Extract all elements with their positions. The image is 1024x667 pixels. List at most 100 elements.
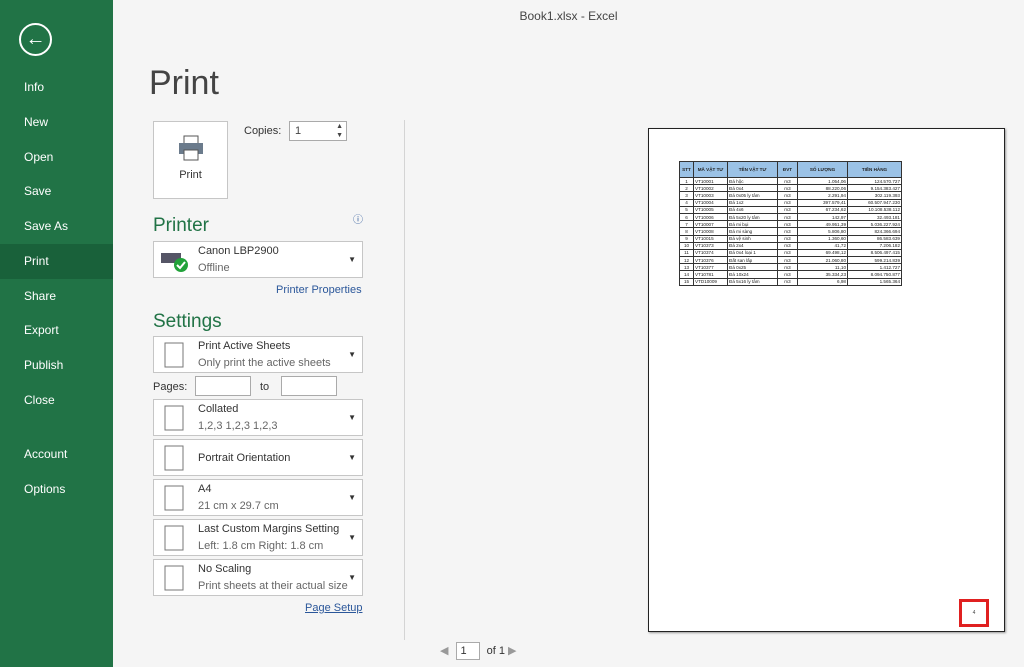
sidebar-item-export[interactable]: Export	[0, 313, 113, 348]
sidebar-item-options[interactable]: Options	[0, 472, 113, 507]
page-number-highlight: 4	[959, 599, 989, 627]
page-input[interactable]: 1	[455, 642, 480, 660]
sidebar-item-new[interactable]: New	[0, 105, 113, 140]
table-cell: m3	[777, 220, 798, 229]
setting-subtitle: Left: 1.8 cm Right: 1.8 cm	[198, 540, 324, 552]
margins-icon	[164, 525, 184, 551]
back-arrow-icon[interactable]: ←	[19, 23, 52, 56]
printer-properties-link[interactable]: Printer Properties	[276, 284, 362, 296]
table-cell: 10.108.538.112	[847, 205, 902, 214]
table-cell: 1.565.364	[847, 277, 902, 286]
table-cell: 35.334,23	[797, 270, 848, 279]
table-cell: VT10015	[693, 234, 728, 243]
print-button[interactable]: Print	[153, 121, 228, 199]
table-cell: 302.119.393	[847, 191, 902, 200]
page-number: 4	[972, 610, 976, 616]
column-header: ĐVT	[777, 161, 798, 178]
table-row: 7 VT10007 Đá mi bụi m3 49.951,39 5.036.227.92…	[679, 220, 902, 229]
table-cell: 14	[679, 270, 694, 279]
printer-dropdown[interactable]: Canon LBP2900 Offline ▼	[153, 241, 363, 278]
table-cell: m3	[777, 270, 798, 279]
table-cell: 67.234,62	[797, 205, 848, 214]
next-page-icon[interactable]: ▶	[508, 645, 516, 657]
sidebar-item-info[interactable]: Info	[0, 70, 113, 105]
table-cell: 5.806,80	[797, 227, 848, 236]
table-row: 12 VT10376 Đất san lấp m3 21.060,80 599.214.8…	[679, 256, 902, 265]
setting-title: Last Custom Margins Setting	[198, 523, 340, 535]
setting-sheets-dropdown[interactable]: Print Active Sheets Only print the active…	[153, 336, 363, 373]
setting-title: Portrait Orientation	[198, 452, 291, 464]
table-row: 3 VT10003 Đá 0x05 ly tâm m3 2.291,94 302.119.…	[679, 191, 902, 200]
copies-input[interactable]: 1 ▲ ▼	[289, 121, 347, 141]
table-cell: 15	[679, 277, 694, 286]
prev-page-icon[interactable]: ◀	[440, 645, 448, 657]
sidebar-item-close[interactable]: Close	[0, 383, 113, 418]
table-cell: m3	[777, 198, 798, 207]
table-row: 11 VT10374 Đá 0x4 loại 1 m3 69.498,12 8.506.4…	[679, 248, 902, 258]
sheets-icon	[164, 342, 184, 368]
table-cell: 5	[679, 205, 694, 214]
table-cell: m3	[777, 263, 798, 272]
page-title: Print	[149, 64, 219, 102]
chevron-down-icon: ▼	[348, 413, 356, 422]
setting-title: A4	[198, 483, 212, 495]
table-cell: 13	[679, 263, 694, 272]
setting-collated-dropdown[interactable]: Collated 1,2,3 1,2,3 1,2,3 ▼	[153, 399, 363, 436]
table-cell: 8	[679, 227, 694, 236]
sidebar-item-save-as[interactable]: Save As	[0, 209, 113, 244]
sidebar-item-publish[interactable]: Publish	[0, 348, 113, 383]
scaling-icon	[164, 565, 184, 591]
sidebar-item-save[interactable]: Save	[0, 174, 113, 209]
setting-margins-dropdown[interactable]: Last Custom Margins Setting Left: 1.8 cm …	[153, 519, 363, 556]
spinner-arrows-icon[interactable]: ▲ ▼	[336, 122, 343, 140]
table-cell: m3	[777, 176, 798, 186]
table-cell: 7.206.182	[847, 241, 902, 250]
setting-title: Collated	[198, 403, 239, 415]
setting-scaling-dropdown[interactable]: No Scaling Print sheets at their actual s…	[153, 559, 363, 596]
setting-subtitle: Print sheets at their actual size	[198, 580, 348, 592]
window-title: Book1.xlsx - Excel	[519, 9, 618, 23]
table-cell: 1.054,06	[797, 176, 848, 186]
table-cell: Đá vệ sinh	[727, 234, 778, 243]
table-cell: VT10004	[693, 198, 728, 207]
table-cell: 11,10	[797, 263, 848, 272]
table-cell: Đá 0x05 ly tâm	[727, 191, 778, 200]
table-cell: 49.951,39	[797, 220, 848, 229]
table-row: 6 VT10006 Đá 5x20 ly tâm m3 142,97 32.493.181	[679, 212, 902, 222]
sidebar-item-open[interactable]: Open	[0, 140, 113, 175]
setting-paper-size-dropdown[interactable]: A4 21 cm x 29.7 cm ▼	[153, 479, 363, 516]
table-cell: 9	[679, 234, 694, 243]
chevron-down-icon: ▼	[348, 350, 356, 359]
pages-label: Pages:	[153, 381, 188, 393]
table-row: 2 VT10002 Đá 0x4 m3 88.220,06 9.154.383.427	[679, 184, 902, 193]
sidebar-item-share[interactable]: Share	[0, 279, 113, 314]
print-preview-page: STT MÃ VẬT TƯ TÊN VẬT TƯ ĐVT SỐ LƯỢNG TIỀN HÀ…	[648, 128, 1005, 632]
chevron-down-icon: ▼	[348, 255, 356, 264]
table-row: 9 VT10015 Đá vệ sinh m3 1.360,60 86.583.639	[679, 234, 902, 243]
pages-from-input[interactable]	[195, 376, 251, 396]
table-cell: Đá 4x6	[727, 205, 778, 214]
table-cell: Đất san lấp	[727, 256, 778, 265]
table-cell: 2	[679, 184, 694, 193]
table-cell: 7	[679, 220, 694, 229]
table-cell: VT10377	[693, 263, 728, 272]
table-cell: VT10005	[693, 205, 728, 214]
table-cell: 9.154.383.427	[847, 184, 902, 193]
pages-to-input[interactable]	[281, 376, 337, 396]
table-cell: 397.579,41	[797, 198, 848, 207]
table-cell: 4	[679, 198, 694, 207]
setting-portrait-dropdown[interactable]: Portrait Orientation ▼	[153, 439, 363, 476]
table-cell: 1	[679, 176, 694, 186]
table-cell: 69.498,12	[797, 248, 848, 258]
table-row: 1 VT10001 Đá hộc m3 1.054,06 124.570.727	[679, 176, 902, 186]
table-row: 14 VT10781 Đá 10x24 m3 35.334,23 8.094.750.87…	[679, 270, 902, 279]
info-icon[interactable]: ⓘ	[353, 211, 363, 226]
sidebar-item-print[interactable]: Print	[0, 244, 113, 279]
table-cell: VT10001	[693, 176, 728, 186]
printer-heading: Printer	[153, 215, 209, 236]
page-setup-link[interactable]: Page Setup	[305, 602, 363, 614]
printer-status: Offline	[198, 262, 230, 274]
table-row: 13 VT10377 Đá 0x25 m3 11,10 1.412.727	[679, 263, 902, 272]
setting-subtitle: 21 cm x 29.7 cm	[198, 500, 279, 512]
sidebar-item-account[interactable]: Account	[0, 437, 113, 472]
